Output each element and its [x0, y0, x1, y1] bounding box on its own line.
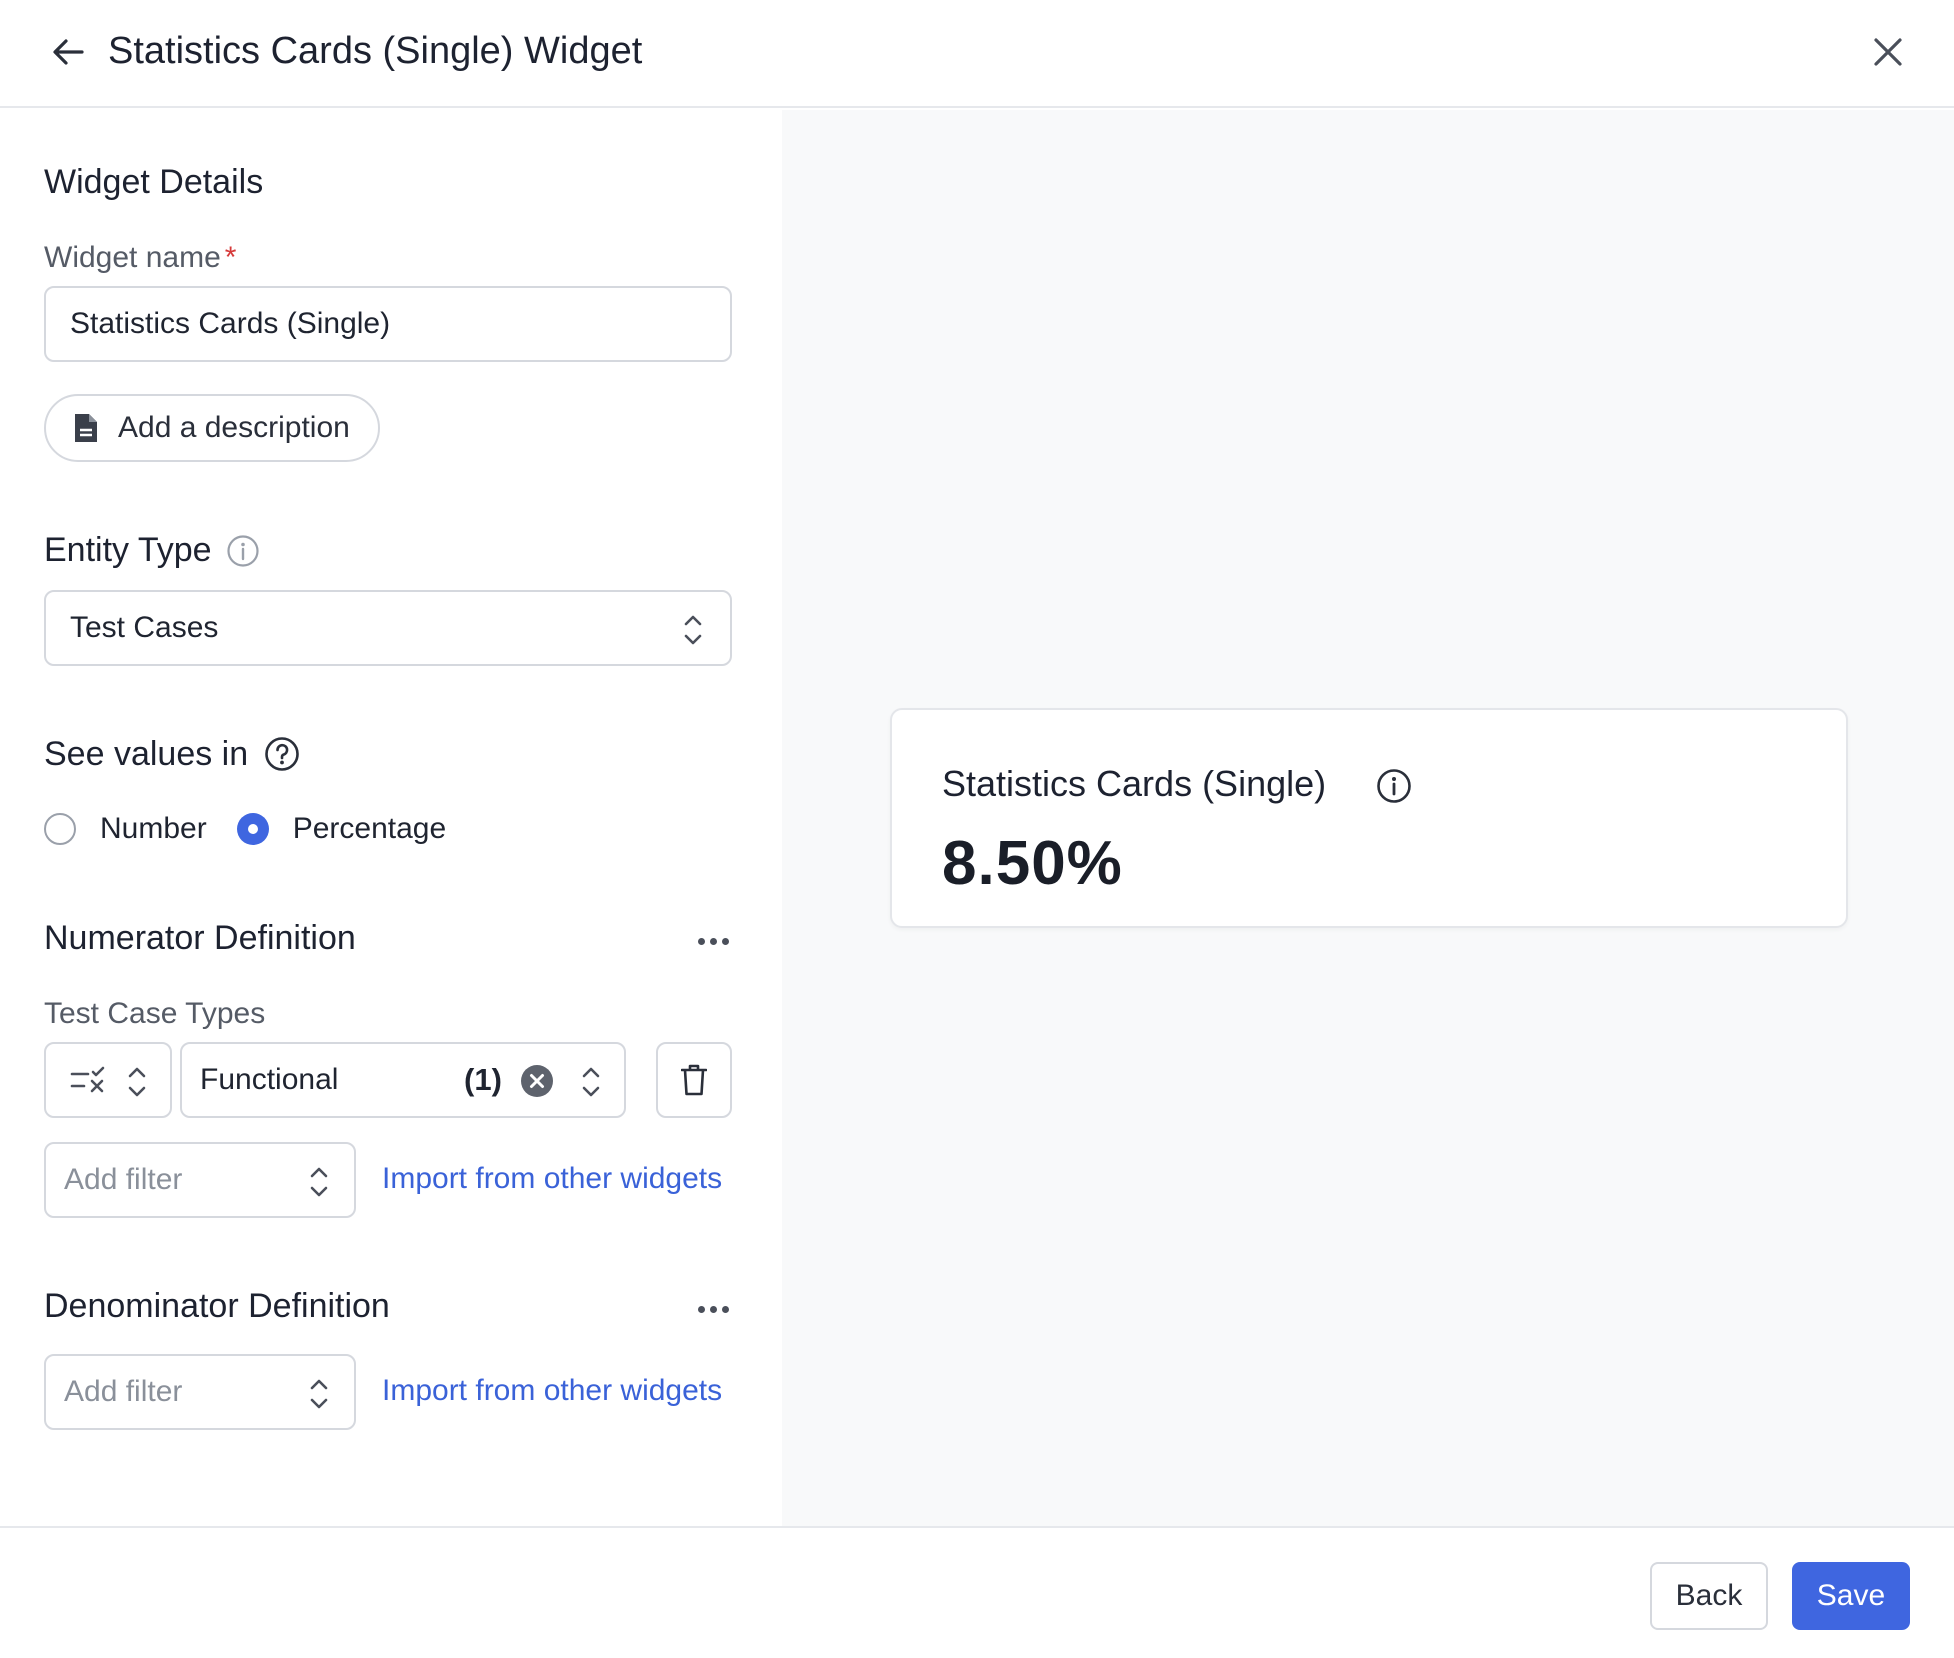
values-radio-group: Number Percentage — [44, 812, 476, 846]
widget-name-value: Statistics Cards (Single) — [70, 307, 391, 340]
numerator-add-filter-select[interactable]: Add filter — [44, 1142, 356, 1218]
footer-bar: Back Save — [0, 1526, 1954, 1658]
filter-count: (1) — [464, 1062, 502, 1097]
add-filter-placeholder: Add filter — [64, 1375, 183, 1408]
numerator-more-icon[interactable] — [698, 934, 732, 948]
entity-type-value: Test Cases — [70, 611, 219, 644]
back-arrow-icon[interactable] — [46, 30, 90, 74]
page-title: Statistics Cards (Single) Widget — [108, 30, 643, 72]
radio-percentage-label: Percentage — [292, 812, 447, 845]
widget-editor-page: Statistics Cards (Single) Widget Widget … — [0, 0, 1954, 1658]
required-asterisk: * — [224, 241, 237, 274]
config-panel: Widget Details Widget name * Statistics C… — [0, 110, 782, 1526]
add-description-label: Add a description — [118, 411, 350, 444]
widget-name-input[interactable]: Statistics Cards (Single) — [44, 286, 732, 362]
chevron-updown-icon — [580, 1064, 602, 1100]
test-case-types-label: Test Case Types — [44, 997, 266, 1030]
filter-operator-select[interactable] — [44, 1042, 172, 1118]
denominator-more-icon[interactable] — [698, 1302, 732, 1316]
denominator-import-link[interactable]: Import from other widgets — [382, 1374, 722, 1408]
add-filter-placeholder: Add filter — [64, 1163, 183, 1196]
widget-details-title: Widget Details — [44, 163, 264, 201]
info-icon[interactable] — [226, 534, 260, 568]
back-button[interactable]: Back — [1650, 1562, 1768, 1630]
filter-value: Functional — [200, 1063, 339, 1096]
header-bar: Statistics Cards (Single) Widget — [0, 0, 1954, 108]
trash-icon — [680, 1064, 708, 1096]
chevron-updown-icon — [308, 1376, 330, 1412]
card-title: Statistics Cards (Single) — [942, 763, 1327, 804]
document-icon — [72, 412, 100, 444]
widget-name-label: Widget name * — [44, 240, 236, 276]
numerator-title: Numerator Definition — [44, 919, 356, 957]
info-icon[interactable] — [1376, 768, 1412, 804]
see-values-label: See values in — [44, 735, 249, 773]
denominator-title: Denominator Definition — [44, 1287, 390, 1325]
chevron-updown-icon — [308, 1164, 330, 1200]
chevron-updown-icon — [682, 612, 704, 648]
save-button[interactable]: Save — [1792, 1562, 1910, 1630]
radio-percentage[interactable] — [236, 813, 269, 845]
widget-name-label-text: Widget name — [44, 241, 221, 274]
entity-type-label: Entity Type — [44, 531, 212, 569]
close-icon[interactable] — [1866, 30, 1910, 74]
numerator-import-link[interactable]: Import from other widgets — [382, 1162, 722, 1196]
chevron-updown-icon — [126, 1064, 148, 1100]
radio-number-label: Number — [100, 812, 207, 845]
add-description-button[interactable]: Add a description — [44, 394, 380, 462]
radio-number[interactable] — [44, 813, 76, 845]
help-circle-icon[interactable] — [264, 736, 300, 772]
filter-operator-icon — [70, 1065, 108, 1095]
entity-type-select[interactable]: Test Cases — [44, 590, 732, 666]
clear-circle-icon[interactable] — [520, 1064, 554, 1098]
test-case-types-select[interactable]: Functional (1) — [180, 1042, 626, 1118]
denominator-add-filter-select[interactable]: Add filter — [44, 1354, 356, 1430]
delete-filter-button[interactable] — [656, 1042, 732, 1118]
card-value: 8.50% — [942, 829, 1123, 898]
statistics-preview-card: Statistics Cards (Single) 8.50% — [890, 708, 1848, 928]
